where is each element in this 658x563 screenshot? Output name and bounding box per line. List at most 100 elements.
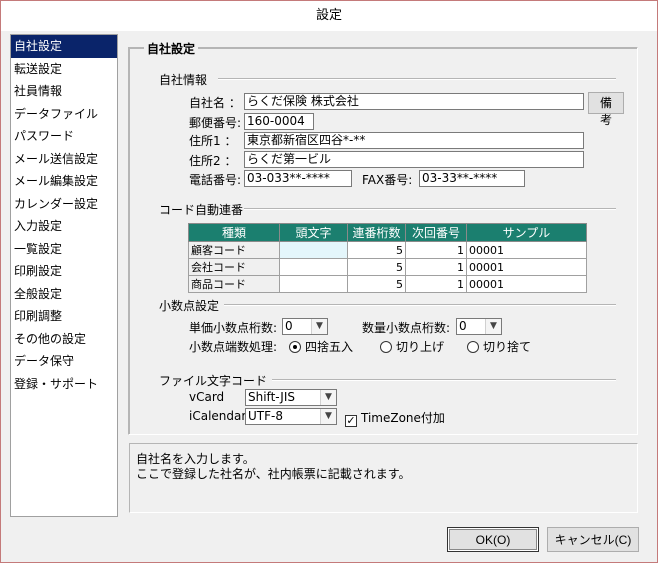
radio-icon[interactable] xyxy=(467,341,479,353)
sidebar-item-employee-info[interactable]: 社員情報 xyxy=(11,80,117,103)
radio-selected-icon[interactable] xyxy=(289,341,301,353)
rounding-option-floor-label: 切り捨て xyxy=(483,340,532,354)
table-row: 商品コード 5 1 00001 xyxy=(188,275,587,293)
column-header-prefix: 頭文字 xyxy=(279,223,348,242)
sidebar-item-other-settings[interactable]: その他の設定 xyxy=(11,328,117,351)
cell-prefix[interactable] xyxy=(279,258,348,276)
address2-input[interactable]: らくだ第一ビル xyxy=(244,151,584,168)
cell-prefix[interactable] xyxy=(279,241,348,259)
section-divider xyxy=(244,208,616,210)
icalendar-encoding-select[interactable]: UTF-8 ▼ xyxy=(245,408,337,425)
section-auto-numbering-label: コード自動連番 xyxy=(159,203,244,217)
sidebar: 自社設定 転送設定 社員情報 データファイル パスワード メール送信設定 メール… xyxy=(10,34,118,517)
icalendar-label: iCalendar: xyxy=(189,409,251,423)
help-info-panel: 自社名を入力します。 ここで登録した社名が、社内帳票に記載されます。 xyxy=(129,443,638,513)
section-divider xyxy=(224,304,616,306)
cell-prefix[interactable] xyxy=(279,275,348,293)
rounding-option-ceil-label: 切り上げ xyxy=(396,340,445,354)
cell-type: 顧客コード xyxy=(188,241,280,259)
panel-title: 自社設定 xyxy=(144,40,199,57)
sidebar-item-password[interactable]: パスワード xyxy=(11,125,117,148)
unit-price-decimal-label: 単価小数点桁数: xyxy=(189,321,278,335)
cell-next-number[interactable]: 1 xyxy=(405,241,467,259)
table-row: 会社コード 5 1 00001 xyxy=(188,258,587,276)
sidebar-item-data-file[interactable]: データファイル xyxy=(11,103,117,126)
sidebar-item-transfer-settings[interactable]: 転送設定 xyxy=(11,58,117,81)
postal-code-input[interactable]: 160-0004 xyxy=(244,113,314,130)
section-divider xyxy=(272,379,616,381)
settings-window: 設定 自社設定 転送設定 社員情報 データファイル パスワード メール送信設定 … xyxy=(0,0,658,563)
company-name-label: 自社名 ： xyxy=(189,96,241,110)
postal-code-label: 郵便番号: xyxy=(189,116,242,130)
section-decimal-label: 小数点設定 xyxy=(159,299,220,313)
chevron-down-icon[interactable]: ▼ xyxy=(320,390,336,405)
rounding-option-ceil[interactable]: 切り上げ xyxy=(380,338,444,355)
column-header-type: 種類 xyxy=(188,223,280,242)
icalendar-encoding-value: UTF-8 xyxy=(248,409,283,423)
column-header-digits: 連番桁数 xyxy=(347,223,406,242)
sidebar-item-mail-edit-settings[interactable]: メール編集設定 xyxy=(11,170,117,193)
sidebar-item-print-adjust[interactable]: 印刷調整 xyxy=(11,305,117,328)
main-panel: 自社設定 自社情報 自社名 ： らくだ保険 株式会社 備考 郵便番号: 160-… xyxy=(122,34,649,438)
cell-type: 会社コード xyxy=(188,258,280,276)
timezone-label: TimeZone付加 xyxy=(361,411,445,425)
timezone-checkbox-row[interactable]: ✓ TimeZone付加 xyxy=(345,409,445,427)
quantity-decimal-value: 0 xyxy=(459,319,467,333)
section-company-info-label: 自社情報 xyxy=(159,73,208,87)
auto-numbering-table: 種類 頭文字 連番桁数 次回番号 サンプル 顧客コード 5 1 00001 会社… xyxy=(188,223,587,293)
help-text-line-1: 自社名を入力します。 xyxy=(136,452,255,466)
column-header-next-number: 次回番号 xyxy=(405,223,467,242)
sidebar-item-list-settings[interactable]: 一覧設定 xyxy=(11,238,117,261)
section-file-encoding-label: ファイル文字コード xyxy=(159,374,268,388)
timezone-checkbox[interactable]: ✓ xyxy=(345,415,357,427)
table-header-row: 種類 頭文字 連番桁数 次回番号 サンプル xyxy=(188,223,587,242)
unit-price-decimal-value: 0 xyxy=(285,319,293,333)
cell-sample: 00001 xyxy=(466,275,587,293)
rounding-label: 小数点端数処理: xyxy=(189,340,278,354)
phone-label: 電話番号: xyxy=(189,173,242,187)
quantity-decimal-select[interactable]: 0 ▼ xyxy=(456,318,502,335)
column-header-sample: サンプル xyxy=(466,223,587,242)
rounding-option-floor[interactable]: 切り捨て xyxy=(467,338,531,355)
window-title: 設定 xyxy=(1,1,657,31)
fax-label: FAX番号: xyxy=(362,173,413,187)
rounding-option-round[interactable]: 四捨五入 xyxy=(289,338,353,355)
table-row: 顧客コード 5 1 00001 xyxy=(188,241,587,259)
unit-price-decimal-select[interactable]: 0 ▼ xyxy=(282,318,328,335)
cell-sample: 00001 xyxy=(466,241,587,259)
vcard-encoding-select[interactable]: Shift-JIS ▼ xyxy=(245,389,337,406)
cell-digits[interactable]: 5 xyxy=(347,258,406,276)
rounding-option-round-label: 四捨五入 xyxy=(305,340,354,354)
company-name-input[interactable]: らくだ保険 株式会社 xyxy=(244,93,584,110)
chevron-down-icon[interactable]: ▼ xyxy=(485,319,501,334)
radio-icon[interactable] xyxy=(380,341,392,353)
sidebar-item-calendar-settings[interactable]: カレンダー設定 xyxy=(11,193,117,216)
sidebar-item-print-settings[interactable]: 印刷設定 xyxy=(11,260,117,283)
cell-digits[interactable]: 5 xyxy=(347,275,406,293)
quantity-decimal-label: 数量小数点桁数: xyxy=(362,321,451,335)
vcard-encoding-value: Shift-JIS xyxy=(248,390,295,404)
help-text-line-2: ここで登録した社名が、社内帳票に記載されます。 xyxy=(136,467,411,481)
sidebar-item-registration-support[interactable]: 登録・サポート xyxy=(11,373,117,396)
sidebar-item-company-settings[interactable]: 自社設定 xyxy=(11,35,117,58)
ok-button[interactable]: OK(O) xyxy=(447,527,539,552)
sidebar-item-input-settings[interactable]: 入力設定 xyxy=(11,215,117,238)
vcard-label: vCard xyxy=(189,390,225,404)
sidebar-item-general-settings[interactable]: 全般設定 xyxy=(11,283,117,306)
fax-input[interactable]: 03-33**-**** xyxy=(419,170,525,187)
address1-input[interactable]: 東京都新宿区四谷*-** xyxy=(244,132,584,149)
cell-type: 商品コード xyxy=(188,275,280,293)
memo-button[interactable]: 備考 xyxy=(588,92,624,127)
cell-next-number[interactable]: 1 xyxy=(405,258,467,276)
cell-digits[interactable]: 5 xyxy=(347,241,406,259)
sidebar-item-mail-send-settings[interactable]: メール送信設定 xyxy=(11,148,117,171)
address2-label: 住所2 ： xyxy=(189,154,237,168)
cell-sample: 00001 xyxy=(466,258,587,276)
cancel-button[interactable]: キャンセル(C) xyxy=(547,527,639,552)
sidebar-item-data-maintenance[interactable]: データ保守 xyxy=(11,350,117,373)
chevron-down-icon[interactable]: ▼ xyxy=(320,409,336,424)
chevron-down-icon[interactable]: ▼ xyxy=(311,319,327,334)
phone-input[interactable]: 03-033**-**** xyxy=(244,170,352,187)
cell-next-number[interactable]: 1 xyxy=(405,275,467,293)
section-divider xyxy=(218,78,616,80)
